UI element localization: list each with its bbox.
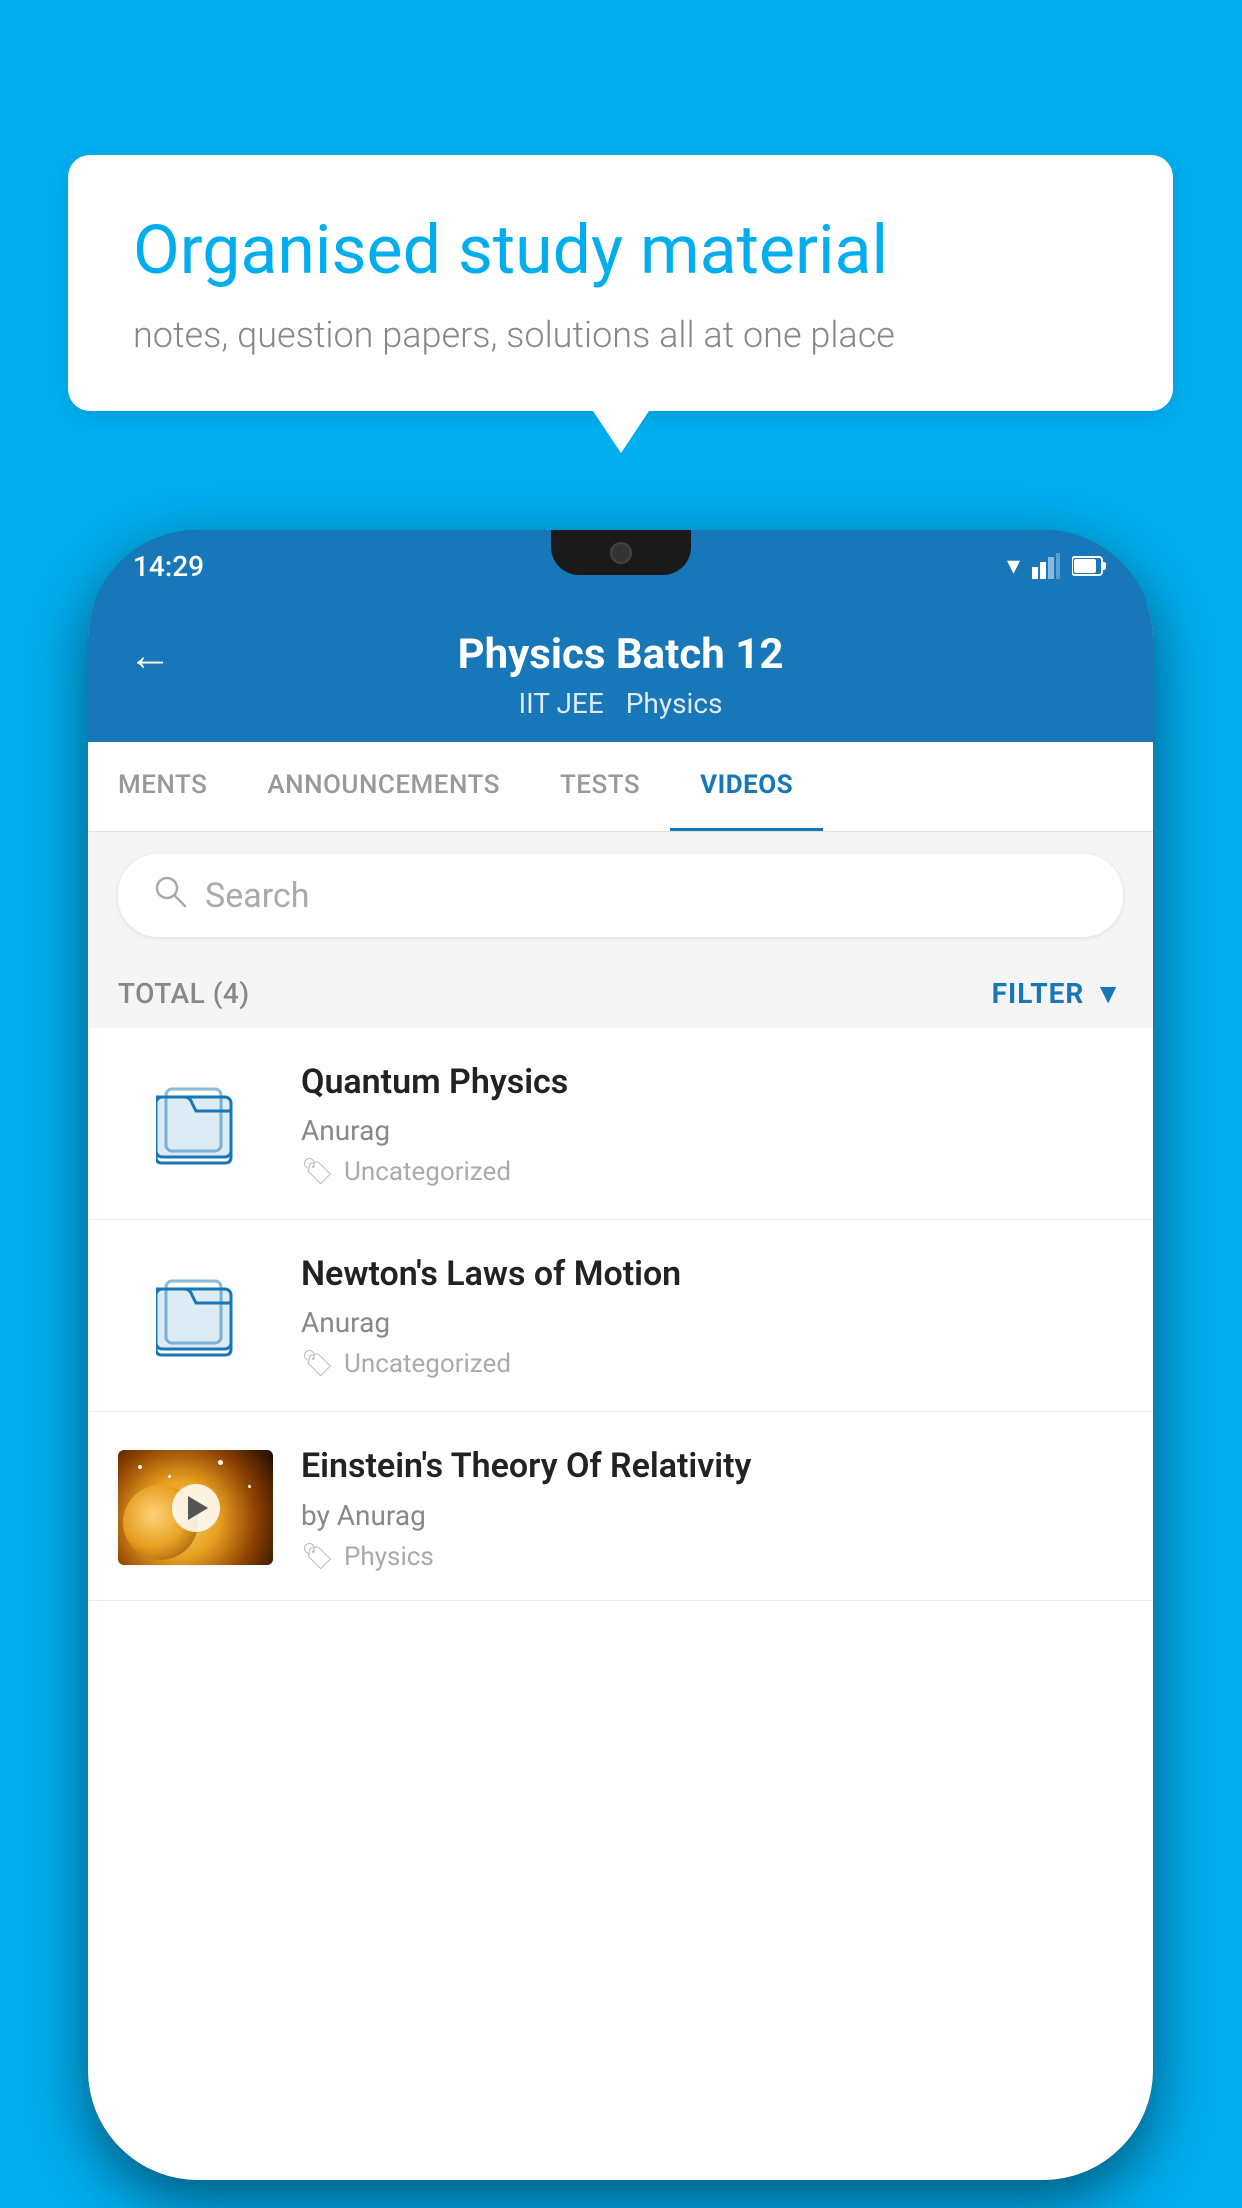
- tag-text-newton: Uncategorized: [344, 1349, 511, 1379]
- tag-icon-quantum: 🏷: [301, 1157, 334, 1187]
- signal-icon: [1032, 553, 1060, 579]
- header-tag-iitjee: IIT JEE: [519, 687, 604, 720]
- tag-text-einstein: Physics: [344, 1542, 434, 1572]
- video-author-einstein: by Anurag: [301, 1499, 1123, 1532]
- phone-notch: [551, 530, 691, 575]
- filter-label: FILTER: [992, 977, 1085, 1010]
- folder-icon-newton: [156, 1271, 236, 1361]
- total-count: TOTAL (4): [118, 977, 250, 1010]
- header-title: Physics Batch 12: [458, 630, 784, 679]
- tab-tests[interactable]: TESTS: [530, 742, 670, 831]
- folder-thumb-quantum: [118, 1066, 273, 1181]
- filter-icon: ▼: [1094, 977, 1123, 1010]
- app-header: ← Physics Batch 12 IIT JEE Physics: [88, 602, 1153, 742]
- header-tag-physics: Physics: [626, 687, 723, 720]
- folder-thumb-newton: [118, 1258, 273, 1373]
- status-bar: 14:29 ▾: [88, 530, 1153, 602]
- tag-text-quantum: Uncategorized: [344, 1157, 511, 1187]
- battery-icon: [1072, 555, 1108, 577]
- video-title-einstein: Einstein's Theory Of Relativity: [301, 1444, 1123, 1488]
- front-camera: [610, 542, 632, 564]
- filter-button[interactable]: FILTER ▼: [992, 977, 1123, 1010]
- video-list: Quantum Physics Anurag 🏷 Uncategorized: [88, 1028, 1153, 1601]
- tag-icon-newton: 🏷: [301, 1349, 334, 1379]
- video-item-newton[interactable]: Newton's Laws of Motion Anurag 🏷 Uncateg…: [88, 1220, 1153, 1412]
- video-author-quantum: Anurag: [301, 1114, 1123, 1147]
- folder-icon-quantum: [156, 1079, 236, 1169]
- wifi-icon: ▾: [1007, 551, 1020, 581]
- einstein-thumb: [118, 1450, 273, 1565]
- filter-bar: TOTAL (4) FILTER ▼: [88, 959, 1153, 1028]
- tab-videos[interactable]: VIDEOS: [670, 742, 823, 831]
- tab-announcements[interactable]: ANNOUNCEMENTS: [237, 742, 530, 831]
- status-icons: ▾: [1007, 551, 1108, 581]
- phone-frame: 14:29 ▾ ← Ph: [88, 530, 1153, 2180]
- phone-screen: ← Physics Batch 12 IIT JEE Physics MENTS…: [88, 602, 1153, 2180]
- search-container: Search: [88, 832, 1153, 959]
- video-tag-newton: 🏷 Uncategorized: [301, 1349, 1123, 1379]
- search-icon: [153, 874, 187, 917]
- header-subtitles: IIT JEE Physics: [519, 687, 723, 720]
- video-tag-quantum: 🏷 Uncategorized: [301, 1157, 1123, 1187]
- video-tag-einstein: 🏷 Physics: [301, 1542, 1123, 1572]
- video-author-newton: Anurag: [301, 1306, 1123, 1339]
- video-info-newton: Newton's Laws of Motion Anurag 🏷 Uncateg…: [301, 1252, 1123, 1379]
- bubble-title: Organised study material: [133, 210, 1108, 292]
- speech-bubble-section: Organised study material notes, question…: [68, 155, 1173, 411]
- tab-ments[interactable]: MENTS: [88, 742, 237, 831]
- video-title-quantum: Quantum Physics: [301, 1060, 1123, 1104]
- video-item-einstein[interactable]: Einstein's Theory Of Relativity by Anura…: [88, 1412, 1153, 1600]
- tag-icon-einstein: 🏷: [301, 1542, 334, 1572]
- back-button[interactable]: ←: [128, 629, 172, 681]
- bubble-subtitle: notes, question papers, solutions all at…: [133, 314, 1108, 356]
- search-placeholder: Search: [205, 876, 309, 916]
- video-info-quantum: Quantum Physics Anurag 🏷 Uncategorized: [301, 1060, 1123, 1187]
- video-info-einstein: Einstein's Theory Of Relativity by Anura…: [301, 1444, 1123, 1571]
- tabs-bar: MENTS ANNOUNCEMENTS TESTS VIDEOS: [88, 742, 1153, 832]
- video-title-newton: Newton's Laws of Motion: [301, 1252, 1123, 1296]
- play-triangle-icon: [188, 1496, 208, 1520]
- play-button-einstein[interactable]: [172, 1484, 220, 1532]
- video-item-quantum[interactable]: Quantum Physics Anurag 🏷 Uncategorized: [88, 1028, 1153, 1220]
- header-top: ← Physics Batch 12: [128, 630, 1113, 679]
- speech-bubble: Organised study material notes, question…: [68, 155, 1173, 411]
- search-box[interactable]: Search: [118, 854, 1123, 937]
- status-time: 14:29: [133, 550, 204, 583]
